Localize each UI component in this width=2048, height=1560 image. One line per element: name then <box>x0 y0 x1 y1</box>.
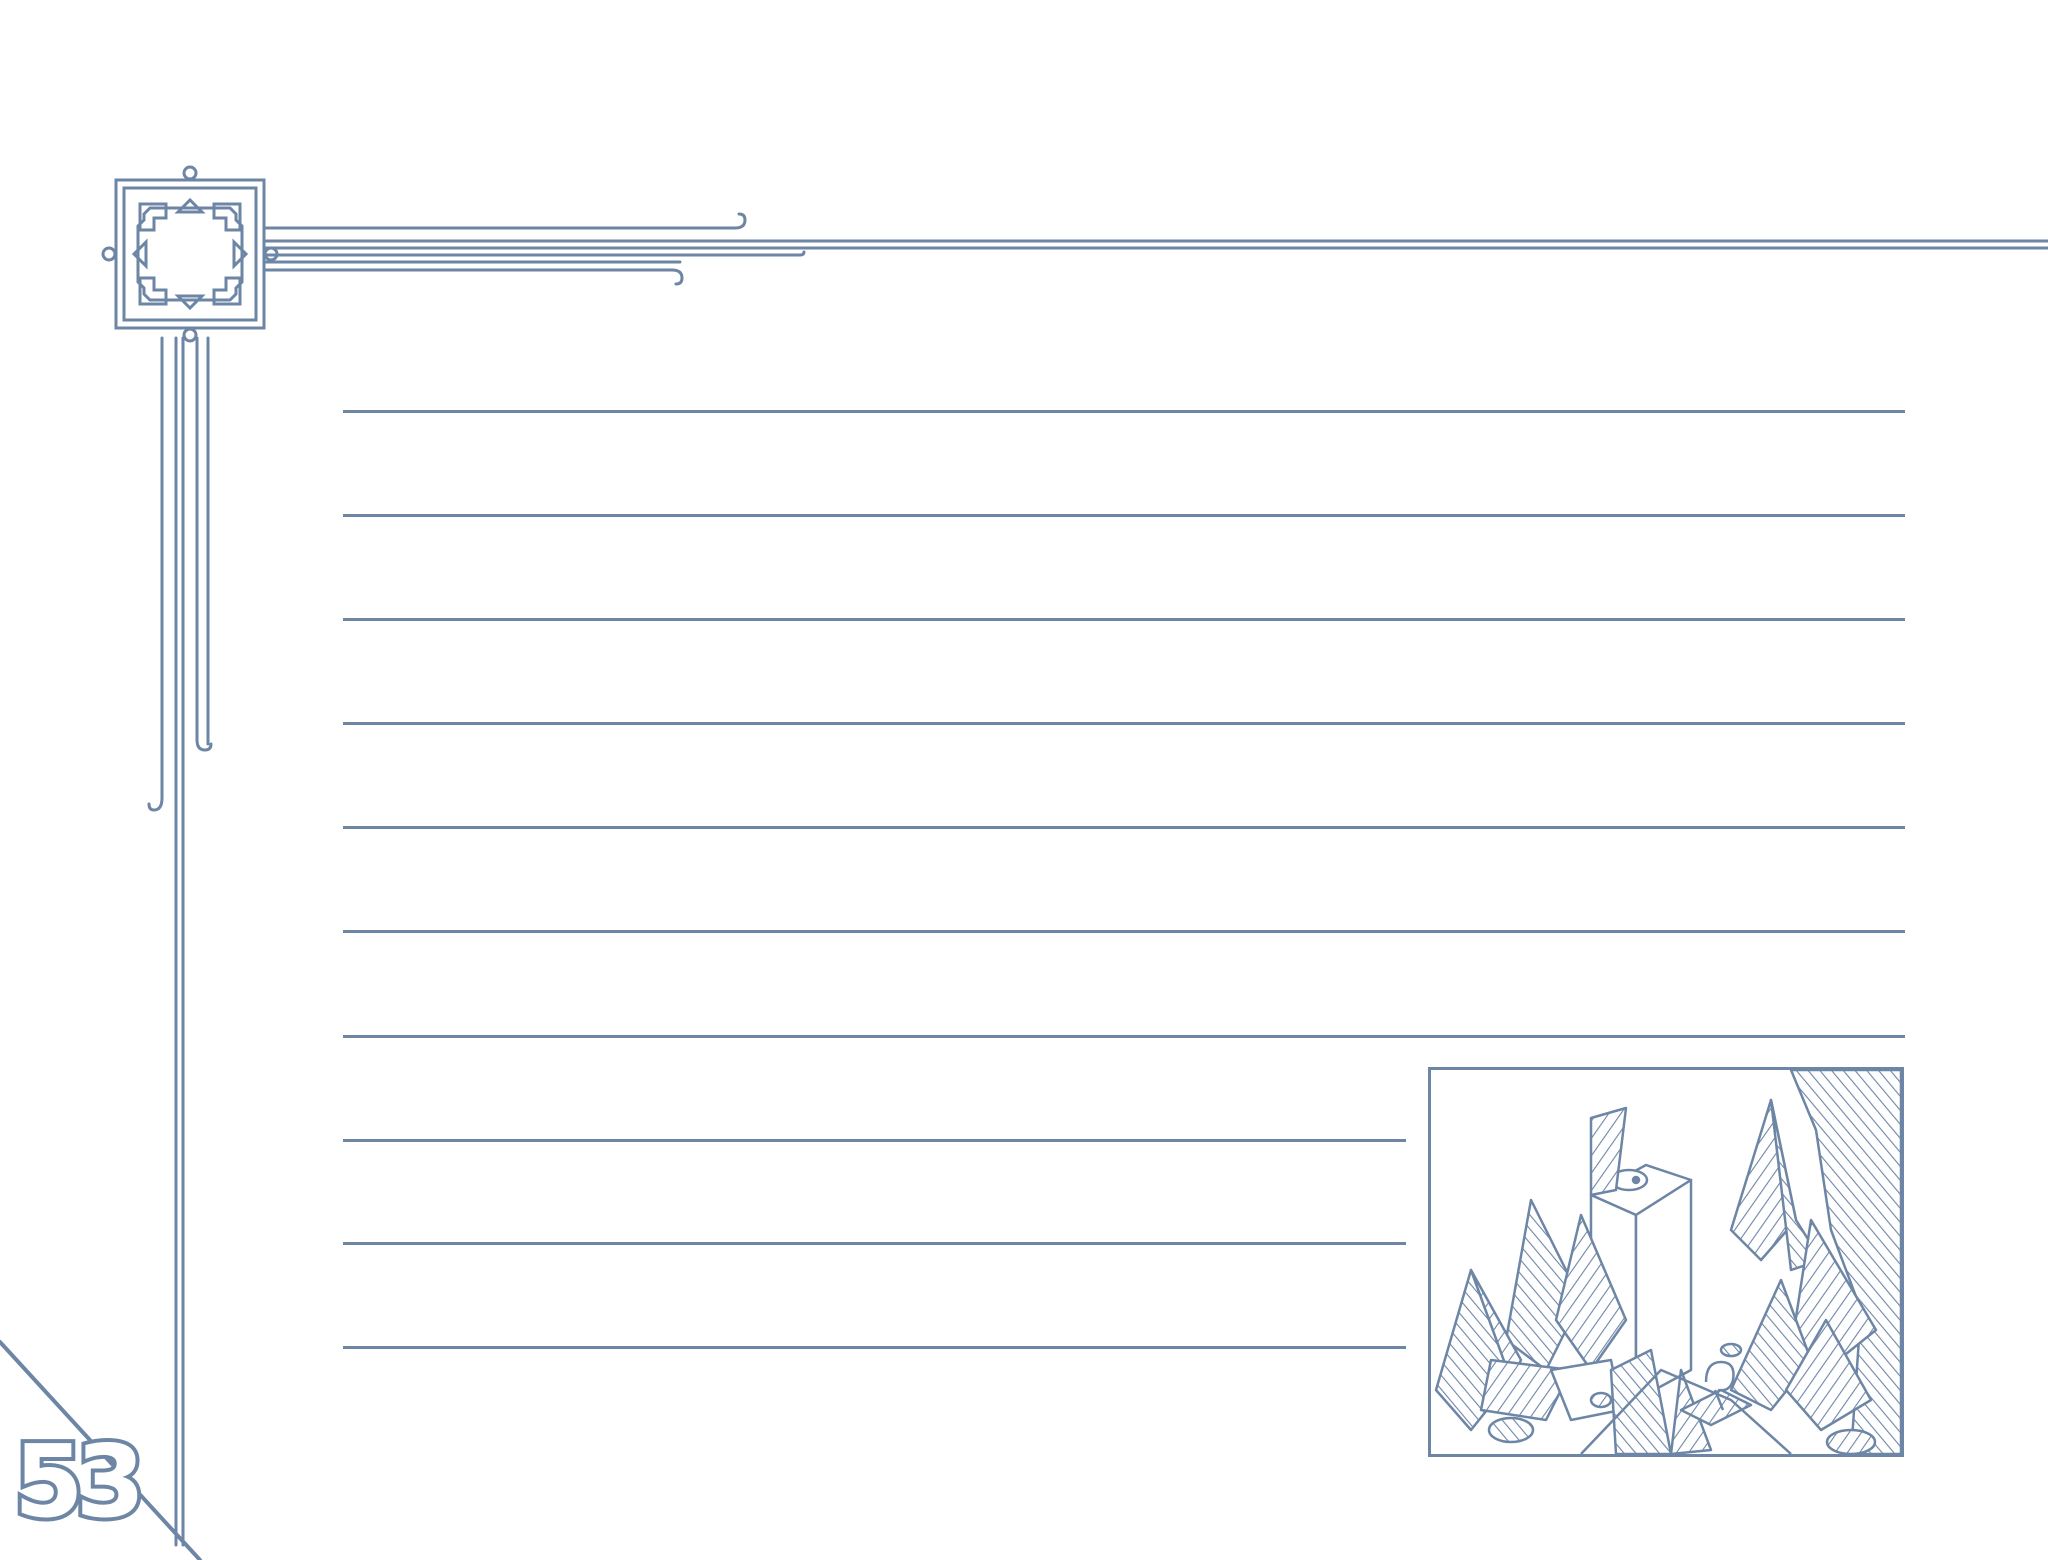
crystal-illustration-box <box>1428 1067 1904 1457</box>
art-deco-corner-medallion-icon <box>101 165 279 343</box>
writing-line[interactable] <box>343 826 1905 829</box>
page-number: 53 <box>10 1423 149 1540</box>
writing-line[interactable] <box>343 722 1905 725</box>
journal-page: 53 <box>0 0 2048 1560</box>
crystal-formation-with-pillar-illustration <box>1434 1070 1901 1454</box>
writing-line[interactable] <box>343 930 1905 933</box>
writing-line-short[interactable] <box>343 1242 1406 1245</box>
writing-line-short[interactable] <box>343 1139 1406 1142</box>
writing-line[interactable] <box>343 410 1905 413</box>
writing-line[interactable] <box>343 618 1905 621</box>
writing-line[interactable] <box>343 1035 1905 1038</box>
writing-line[interactable] <box>343 514 1905 517</box>
writing-line-short[interactable] <box>343 1346 1406 1349</box>
